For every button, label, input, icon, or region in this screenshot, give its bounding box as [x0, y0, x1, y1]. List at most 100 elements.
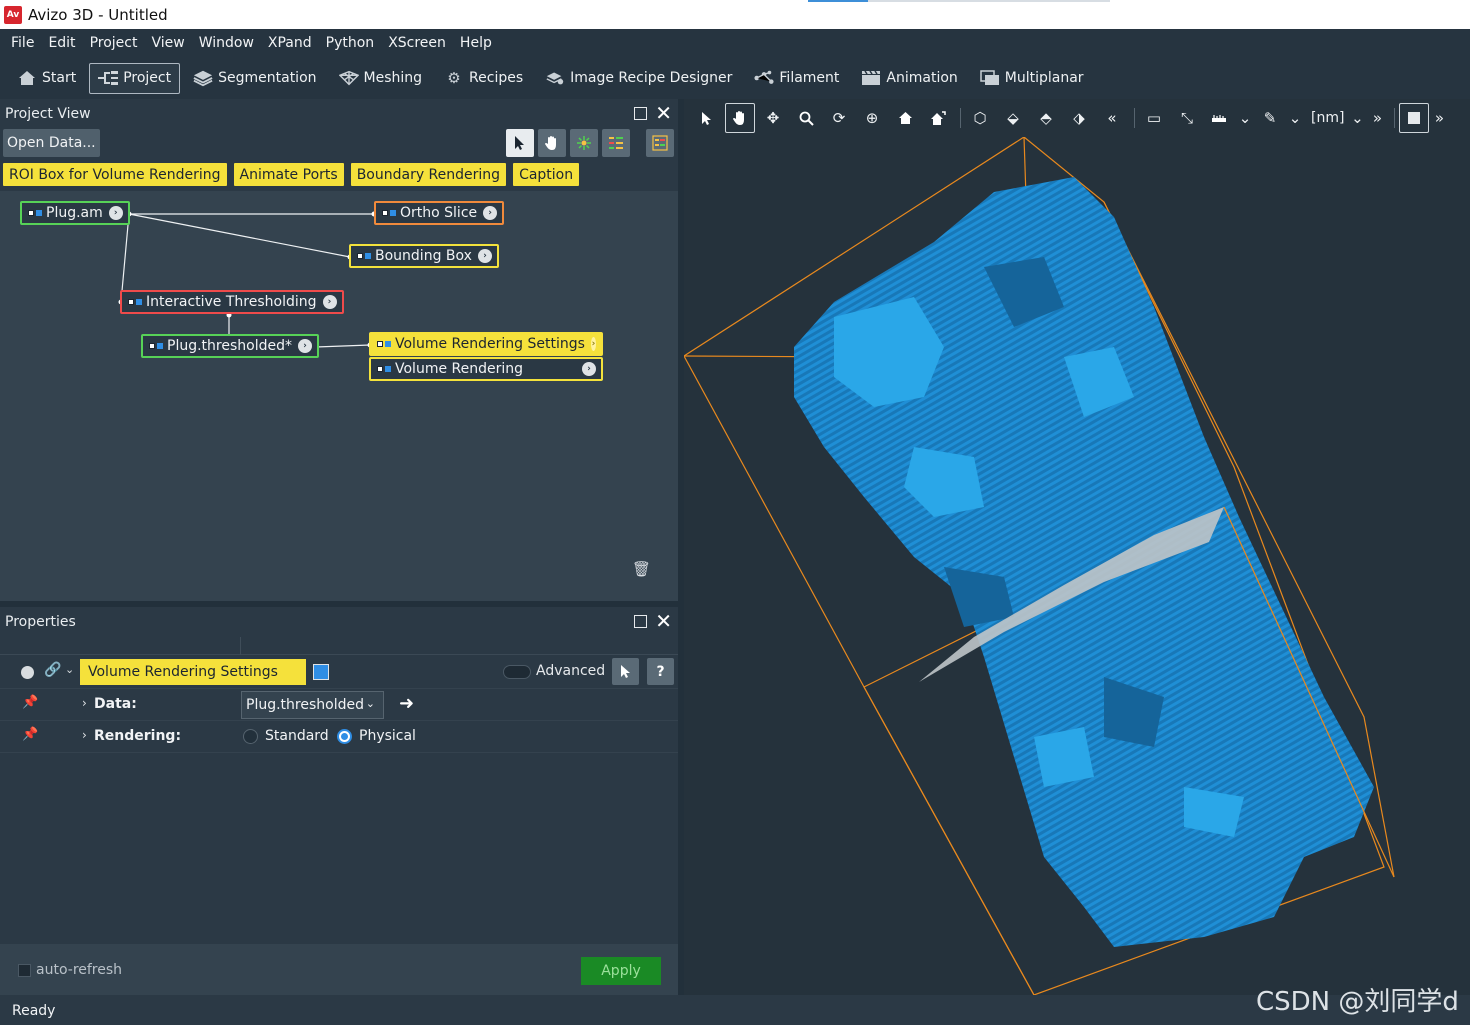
workroom-image-recipe-designer-button[interactable]: Image Recipe Designer [536, 63, 741, 94]
help-button[interactable]: ? [647, 658, 674, 685]
pin-icon[interactable]: 📌 [22, 695, 38, 710]
open-data-button[interactable]: Open Data... [3, 129, 100, 157]
panel-float-icon[interactable] [634, 614, 648, 628]
workroom-recipes-button[interactable]: ⚙ Recipes [435, 63, 532, 94]
pin-icon[interactable]: 📌 [22, 727, 38, 742]
data-port-label: Data: [94, 696, 137, 712]
workroom-start-button[interactable]: Start [8, 63, 85, 94]
properties-header: Properties ✕ [0, 607, 678, 637]
arrow-right-icon[interactable]: ➜ [399, 693, 414, 714]
node-plug-thresholded[interactable]: Plug.thresholded* › [141, 334, 319, 358]
menu-xscreen[interactable]: XScreen [381, 35, 453, 51]
workroom-filament-button[interactable]: Filament [745, 63, 848, 94]
view-y-icon[interactable]: ⬘ [1031, 103, 1061, 133]
caption-button[interactable]: Caption [513, 163, 580, 186]
node-volume-rendering-settings[interactable]: Volume Rendering Settings › [369, 332, 603, 356]
menu-python[interactable]: Python [319, 35, 382, 51]
filament-icon [754, 69, 774, 87]
translate-move-icon[interactable]: ✥ [758, 103, 788, 133]
perspective-icon[interactable]: ⬡ [965, 103, 995, 133]
select-pointer-icon[interactable] [506, 129, 534, 157]
volume-render-scene[interactable] [684, 137, 1470, 995]
viewer-layout-single-icon[interactable] [1399, 103, 1430, 133]
auto-connect-icon[interactable] [570, 129, 598, 157]
more-layouts-icon[interactable]: » [1432, 103, 1446, 133]
menu-view[interactable]: View [144, 35, 191, 51]
node-bounding-box[interactable]: Bounding Box › [349, 244, 499, 268]
node-expand-arrow-icon[interactable]: › [582, 362, 596, 376]
data-port-select[interactable]: Plug.thresholded ⌄ [241, 691, 384, 719]
rotate-icon[interactable]: ⟳ [824, 103, 854, 133]
node-interactive-thresholding[interactable]: Interactive Thresholding › [120, 290, 344, 314]
menu-project[interactable]: Project [83, 35, 145, 51]
panel-float-icon[interactable] [634, 106, 648, 120]
workroom-meshing-button[interactable]: Meshing [330, 63, 432, 94]
node-expand-arrow-icon[interactable]: › [108, 206, 123, 220]
chevron-right-icon[interactable]: › [82, 696, 87, 710]
menu-help[interactable]: Help [453, 35, 499, 51]
menu-xpand[interactable]: XPand [261, 35, 319, 51]
workroom-animation-button[interactable]: Animation [852, 63, 966, 94]
toolbar-separator [1134, 108, 1135, 128]
node-volume-rendering[interactable]: Volume Rendering › [369, 357, 603, 381]
boundary-rendering-button[interactable]: Boundary Rendering [350, 163, 507, 186]
roi-box-button[interactable]: ROI Box for Volume Rendering [3, 163, 227, 186]
pan-hand-icon[interactable] [538, 129, 566, 157]
interact-pointer-icon[interactable] [692, 103, 722, 133]
panel-close-icon[interactable]: ✕ [655, 611, 672, 631]
pick-icon[interactable]: ⤡ [1172, 103, 1202, 133]
measure-ruler-icon[interactable] [1205, 103, 1235, 133]
view-z-icon[interactable]: ⬗ [1064, 103, 1094, 133]
workroom-project-button[interactable]: Project [89, 62, 181, 94]
node-plug-thresholded-label: Plug.thresholded* [167, 338, 292, 354]
node-expand-arrow-icon[interactable]: › [297, 339, 312, 353]
layout-list-icon[interactable] [602, 129, 630, 157]
zoom-icon[interactable] [791, 103, 821, 133]
rendering-standard-radio[interactable] [243, 729, 258, 744]
node-plug-am[interactable]: Plug.am › [20, 201, 130, 225]
node-expand-arrow-icon[interactable]: › [322, 295, 337, 309]
rotate-left-icon[interactable]: « [1097, 103, 1127, 133]
module-name-field[interactable]: Volume Rendering Settings [80, 659, 306, 685]
chevron-down-icon[interactable]: ⌄ [65, 663, 74, 676]
workroom-segmentation-button[interactable]: Segmentation [184, 63, 325, 94]
view-x-icon[interactable]: ⬙ [998, 103, 1028, 133]
units-label[interactable]: [nm] [1305, 110, 1350, 126]
probe-icon[interactable]: ✎ [1255, 103, 1285, 133]
apply-button[interactable]: Apply [581, 957, 661, 985]
advanced-toggle[interactable] [503, 665, 531, 679]
node-expand-arrow-icon[interactable]: › [483, 206, 498, 220]
node-expand-arrow-icon[interactable]: › [477, 249, 492, 263]
chevron-right-icon[interactable]: › [82, 728, 87, 742]
node-expand-arrow-icon[interactable]: › [590, 337, 596, 351]
module-color-swatch[interactable] [313, 664, 329, 680]
menu-edit[interactable]: Edit [41, 35, 82, 51]
panel-close-icon[interactable]: ✕ [655, 103, 672, 123]
workroom-multiplanar-button[interactable]: Multiplanar [971, 63, 1093, 94]
quick-access-bar: ROI Box for Volume Rendering Animate Por… [3, 163, 580, 186]
home-view-icon[interactable] [890, 103, 920, 133]
trackball-hand-icon[interactable] [725, 103, 755, 133]
tree-view-icon[interactable] [646, 129, 674, 157]
more-tools-icon[interactable]: » [1367, 103, 1387, 133]
status-text: Ready [12, 1003, 56, 1019]
link-icon[interactable]: 🔗 [44, 662, 61, 678]
3d-viewer[interactable]: ✥ ⟳ ⊕ ⬡ ⬙ ⬘ ⬗ « ▭ ⤡ ⌄ ✎ ⌄ [nm] ⌄ » » [684, 99, 1470, 995]
trash-icon[interactable]: 🗑 [632, 560, 651, 578]
chevron-down-icon[interactable]: ⌄ [1288, 103, 1302, 133]
chevron-down-icon[interactable]: ⌄ [1238, 103, 1252, 133]
node-ortho-slice[interactable]: Ortho Slice › [374, 201, 505, 225]
animation-clapper-icon [861, 69, 881, 87]
set-home-icon[interactable] [923, 103, 953, 133]
animate-ports-button[interactable]: Animate Ports [233, 163, 344, 186]
seek-target-icon[interactable]: ⊕ [857, 103, 887, 133]
menu-file[interactable]: File [4, 35, 41, 51]
rendering-physical-radio[interactable] [337, 729, 352, 744]
select-pointer-icon[interactable] [612, 658, 639, 685]
auto-refresh-checkbox[interactable] [18, 964, 31, 977]
visibility-dot-icon[interactable] [21, 666, 34, 679]
layout-icon[interactable]: ▭ [1139, 103, 1169, 133]
menu-window[interactable]: Window [192, 35, 261, 51]
chevron-down-icon[interactable]: ⌄ [1350, 103, 1364, 133]
project-graph[interactable]: Plug.am › Ortho Slice › Bounding Box › I… [0, 191, 678, 601]
